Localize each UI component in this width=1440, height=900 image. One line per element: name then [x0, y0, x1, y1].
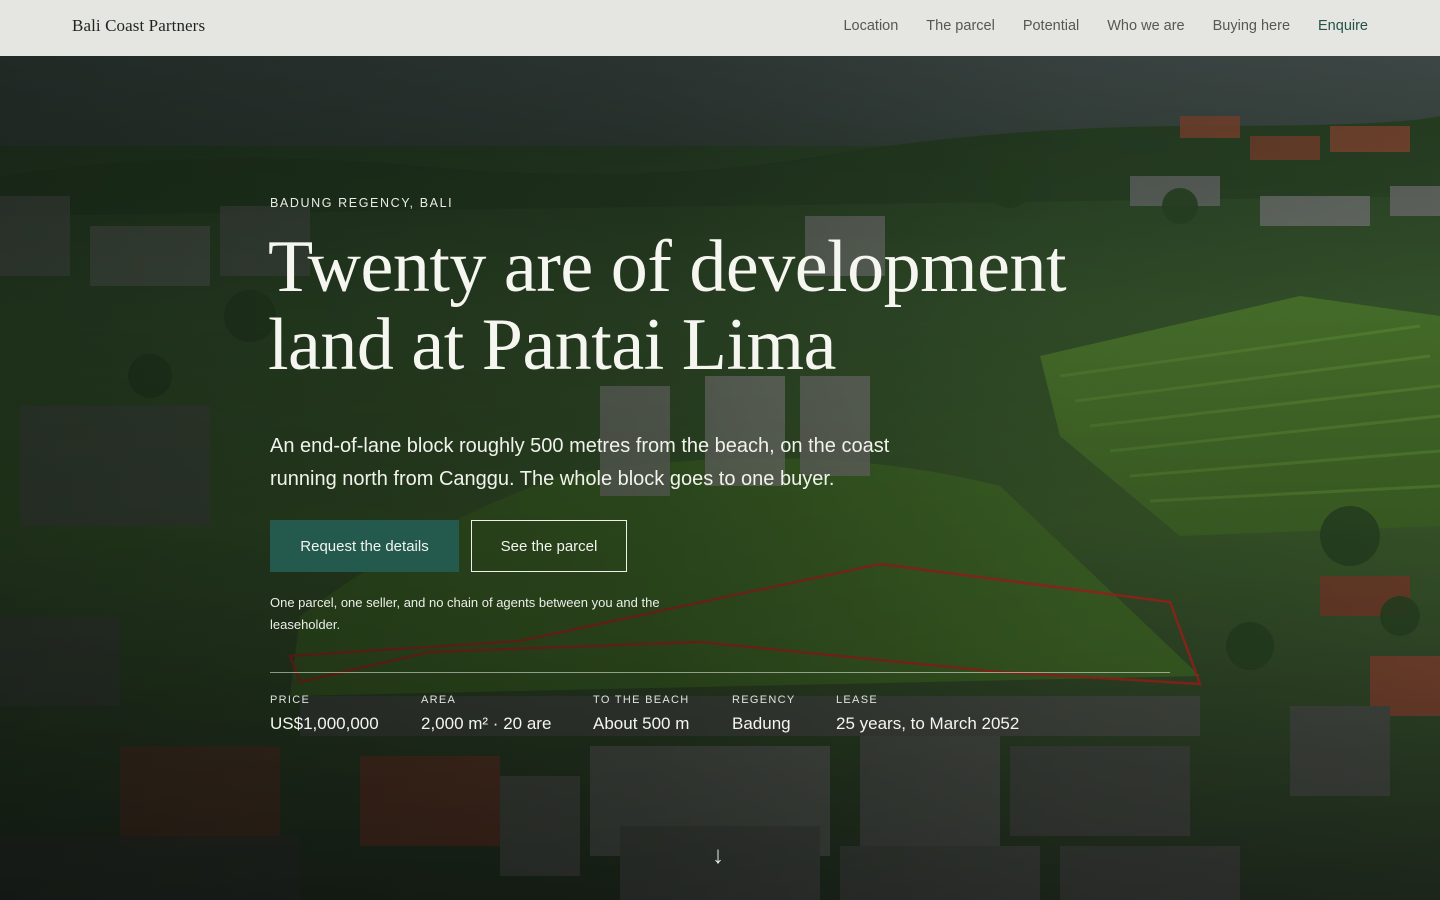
fact-regency: REGENCY Badung — [732, 694, 796, 734]
fact-area: AREA 2,000 m² · 20 are — [421, 694, 551, 734]
request-details-button[interactable]: Request the details — [270, 520, 459, 572]
brand-logo[interactable]: Bali Coast Partners — [72, 16, 205, 36]
hero-headline: Twenty are of development land at Pantai… — [268, 228, 1168, 384]
fact-value: 2,000 m² · 20 are — [421, 714, 552, 733]
fact-value: About 500 m — [593, 714, 690, 733]
fact-to-the-beach: TO THE BEACH About 500 m — [593, 694, 690, 734]
hero-note: One parcel, one seller, and no chain of … — [270, 595, 660, 632]
top-nav: Bali Coast Partners Location The parcel … — [0, 0, 1440, 56]
nav-links: Location The parcel Potential Who we are… — [843, 18, 1368, 34]
fact-label: LEASE — [836, 694, 878, 706]
fact-value: 25 years, to March 2052 — [836, 714, 1020, 733]
nav-link-buying-here[interactable]: Buying here — [1213, 18, 1290, 34]
see-parcel-button[interactable]: See the parcel — [471, 520, 627, 572]
nav-link-location[interactable]: Location — [843, 18, 898, 34]
fact-lease: LEASE 25 years, to March 2052 — [836, 694, 1019, 734]
hero-eyebrow: BADUNG REGENCY, BALI — [270, 196, 454, 210]
fact-label: REGENCY — [732, 694, 796, 706]
fact-label: AREA — [421, 694, 457, 706]
fact-label: TO THE BEACH — [593, 694, 690, 706]
nav-link-enquire[interactable]: Enquire — [1318, 18, 1368, 34]
hero-headline-line1: Twenty are of development — [268, 226, 1067, 308]
hero-lede: An end-of-lane block roughly 500 metres … — [270, 435, 890, 490]
fact-value: Badung — [732, 714, 791, 733]
arrow-down-icon[interactable]: ↓ — [712, 842, 724, 870]
nav-link-potential[interactable]: Potential — [1023, 18, 1079, 34]
fact-price: PRICE US$1,000,000 — [270, 694, 379, 734]
nav-link-the-parcel[interactable]: The parcel — [926, 18, 995, 34]
nav-link-who-we-are[interactable]: Who we are — [1107, 18, 1184, 34]
hero-headline-line2: land at Pantai Lima — [268, 304, 836, 386]
facts-divider — [270, 672, 1170, 673]
fact-value: US$1,000,000 — [270, 714, 379, 733]
fact-label: PRICE — [270, 694, 311, 706]
